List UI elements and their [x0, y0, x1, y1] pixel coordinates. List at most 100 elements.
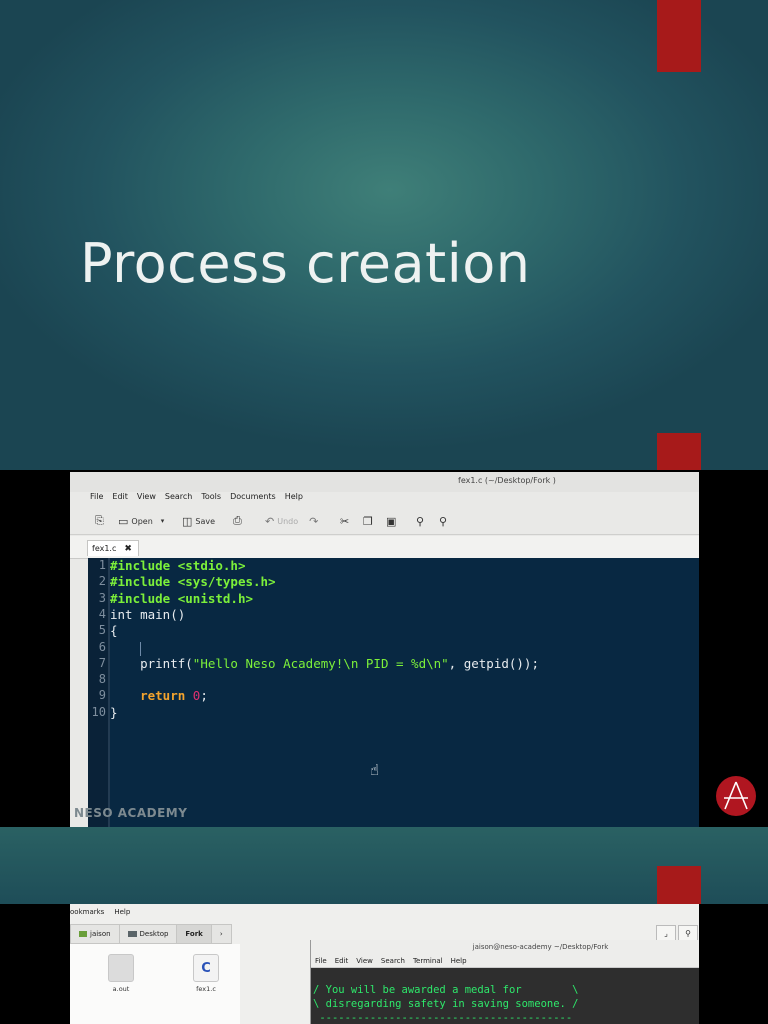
copy-icon: ❐	[363, 514, 373, 528]
code-line-9: return 0;	[110, 688, 208, 703]
line-number: 10	[91, 704, 106, 719]
save-button[interactable]: ◫ Save	[182, 513, 215, 529]
menu-edit[interactable]: Edit	[112, 492, 128, 506]
code-line-1: #include <stdio.h>	[110, 558, 245, 573]
tab-bar: fex1.c ✖	[70, 536, 699, 559]
tab-fex1[interactable]: fex1.c ✖	[87, 540, 139, 556]
terminal-window[interactable]: jaison@neso-academy ~/Desktop/Fork File …	[310, 940, 699, 1024]
accent-bar-slide2	[657, 433, 701, 470]
menu-help[interactable]: Help	[114, 908, 130, 916]
menu-tools[interactable]: Tools	[201, 492, 221, 506]
search-icon: ⚲	[416, 514, 425, 528]
location-toggle-button[interactable]: ⌟	[656, 925, 676, 941]
chevron-down-icon: ▾	[160, 517, 165, 525]
executable-file-icon	[108, 954, 134, 982]
terminal-output-line: \ disregarding safety in saving someone.…	[313, 998, 579, 1010]
terminal-output-line: / You will be awarded a medal for \	[313, 984, 579, 996]
print-icon: ⎙	[233, 514, 242, 527]
menu-terminal[interactable]: Terminal	[413, 957, 443, 965]
tab-label: fex1.c	[92, 544, 117, 553]
edit-location-icon: ⌟	[664, 928, 668, 938]
file-grid: a.out C fex1.c	[70, 944, 240, 1024]
menu-documents[interactable]: Documents	[230, 492, 276, 506]
window-titlebar: fex1.c (~/Desktop/Fork )	[70, 472, 699, 492]
file-name: a.out	[112, 985, 130, 993]
copy-button[interactable]: ❐	[363, 513, 373, 529]
terminal-menu: File Edit View Search Terminal Help	[311, 954, 699, 968]
watermark: NESO ACADEMY	[74, 806, 188, 820]
save-label: Save	[195, 516, 216, 526]
file-manager-tools: ⌟ ⚲	[656, 925, 698, 941]
line-number-gutter: 1 2 3 4 5 6 7 8 9 10	[88, 558, 110, 827]
accent-bar-slide3	[657, 866, 701, 906]
crumb-jaison[interactable]: jaison	[70, 924, 120, 944]
folder-icon: ▭	[118, 514, 129, 528]
print-button[interactable]: ⎙	[233, 513, 242, 529]
menu-help[interactable]: Help	[451, 957, 467, 965]
editor-video-frame: fex1.c (~/Desktop/Fork ) File Edit View …	[0, 470, 768, 827]
code-editor[interactable]: 1 2 3 4 5 6 7 8 9 10 #include <stdio.h> …	[88, 558, 699, 827]
preprocessor-keyword: #include	[110, 590, 171, 606]
line-number: 7	[98, 655, 106, 670]
menu-edit[interactable]: Edit	[335, 957, 349, 965]
terminal-output-line: ----------------------------------------	[313, 1012, 573, 1024]
text-cursor	[140, 642, 141, 656]
open-label: Open	[131, 516, 153, 526]
crumb-label: Fork	[185, 930, 203, 938]
string-literal: "Hello Neso Academy!\n PID = %d\n"	[192, 655, 449, 671]
menu-file[interactable]: File	[315, 957, 327, 965]
new-document-button[interactable]: ⎘	[95, 513, 104, 529]
cut-icon: ✂	[340, 514, 350, 528]
home-folder-icon	[79, 931, 87, 937]
close-icon[interactable]: ✖	[124, 544, 132, 554]
code-line-5: {	[110, 623, 118, 639]
code-line-2: #include <sys/types.h>	[110, 574, 276, 589]
gedit-window: fex1.c (~/Desktop/Fork ) File Edit View …	[70, 472, 699, 827]
line-number: 1	[98, 558, 106, 572]
crumb-next-button[interactable]: ›	[210, 924, 232, 944]
slide-title: Process creation	[80, 232, 531, 295]
undo-button[interactable]: ↶ Undo ↷	[265, 513, 318, 529]
preprocessor-keyword: #include	[110, 558, 171, 573]
desktop-icon	[127, 931, 137, 937]
crumb-desktop[interactable]: Desktop	[118, 924, 178, 944]
menu-bookmarks[interactable]: ookmarks	[70, 908, 104, 916]
code-line-3: #include <unistd.h>	[110, 591, 253, 606]
paste-button[interactable]: ▣	[386, 513, 396, 529]
line-number: 8	[98, 672, 106, 687]
crumb-fork[interactable]: Fork	[176, 924, 212, 944]
menu-search[interactable]: Search	[381, 957, 405, 965]
menu-search[interactable]: Search	[165, 492, 192, 506]
code-text: printf(	[110, 655, 193, 671]
menu-help[interactable]: Help	[285, 492, 303, 506]
menu-view[interactable]: View	[137, 492, 156, 506]
menu-view[interactable]: View	[356, 957, 373, 965]
find-button[interactable]: ⚲	[416, 513, 424, 529]
cut-button[interactable]: ✂	[340, 513, 349, 529]
line-number: 3	[98, 590, 106, 605]
undo-label: Undo	[277, 516, 299, 526]
window-title: fex1.c (~/Desktop/Fork )	[458, 476, 556, 485]
code-line-4: int main()	[110, 606, 186, 622]
find-replace-button[interactable]: ⚲	[439, 513, 447, 529]
toolbar: ⎘ ▭ Open ▾ ◫ Save ⎙ ↶ Undo ↷ ✂ ❐ ▣ ⚲ ⚲	[70, 508, 699, 535]
header-name: <unistd.h>	[177, 590, 254, 606]
menu-file[interactable]: File	[90, 492, 103, 506]
crumb-label: jaison	[90, 930, 111, 938]
title-slide: Process creation	[0, 0, 768, 470]
open-button[interactable]: ▭ Open ▾	[118, 513, 164, 529]
code-line-7: printf("Hello Neso Academy!\n PID = %d\n…	[110, 656, 539, 671]
search-icon: ⚲	[685, 928, 691, 938]
preprocessor-keyword: #include	[110, 574, 171, 590]
terminal-title: jaison@neso-academy ~/Desktop/Fork	[311, 940, 699, 954]
search-replace-icon: ⚲	[439, 514, 448, 528]
breadcrumb: jaison Desktop Fork ›	[70, 924, 232, 944]
file-item-aout[interactable]: a.out	[101, 954, 141, 993]
header-name: <sys/types.h>	[177, 574, 276, 590]
search-button[interactable]: ⚲	[678, 925, 698, 941]
file-item-fex1c[interactable]: C fex1.c	[186, 954, 226, 993]
chevron-right-icon: ›	[219, 930, 223, 938]
neso-logo-icon	[716, 776, 756, 816]
crumb-label: Desktop	[139, 930, 169, 938]
code-text: , getpid());	[448, 655, 539, 671]
